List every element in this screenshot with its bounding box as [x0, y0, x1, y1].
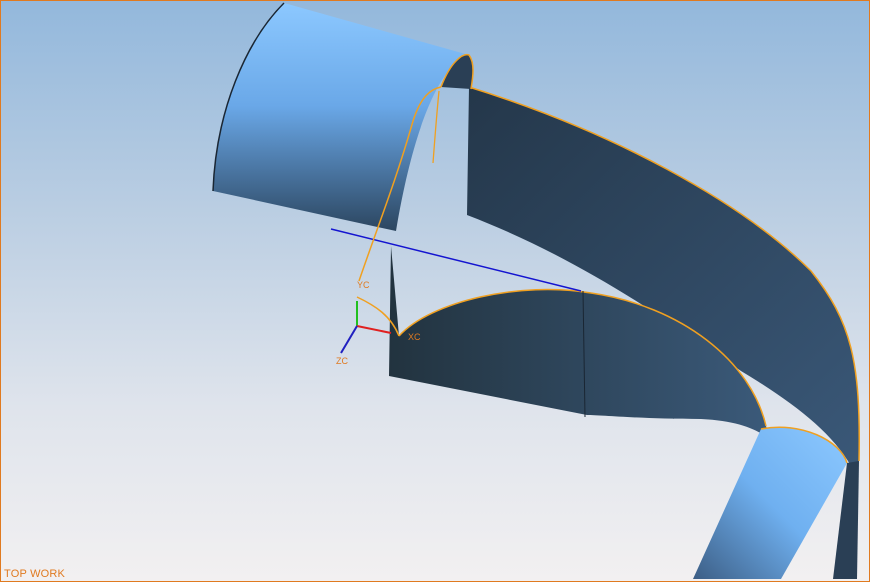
model-scene[interactable]: YC XC ZC: [1, 1, 870, 582]
xc-label: XC: [408, 332, 421, 342]
z-axis-line: [340, 325, 358, 354]
yc-label: YC: [357, 280, 370, 290]
top-cylinder-surface[interactable]: [213, 3, 469, 231]
view-name-label: TOP WORK: [4, 568, 66, 580]
bottom-cylinder-surface[interactable]: [693, 427, 847, 579]
zc-label: ZC: [336, 356, 348, 366]
x-axis-line: [356, 325, 392, 334]
construction-curve-tail: [432, 90, 440, 164]
graphics-viewport[interactable]: YC XC ZC TOP WORK: [0, 0, 870, 582]
